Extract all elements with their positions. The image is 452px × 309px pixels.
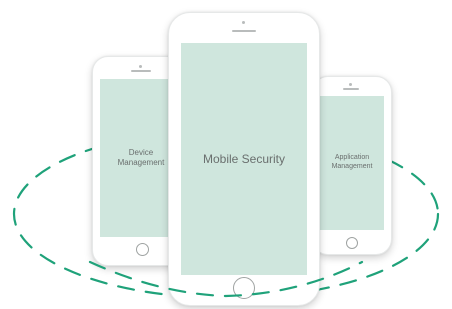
mobile-security-diagram: Device Management Application Management… (0, 0, 452, 309)
orbit-ellipse-front (88, 260, 364, 298)
